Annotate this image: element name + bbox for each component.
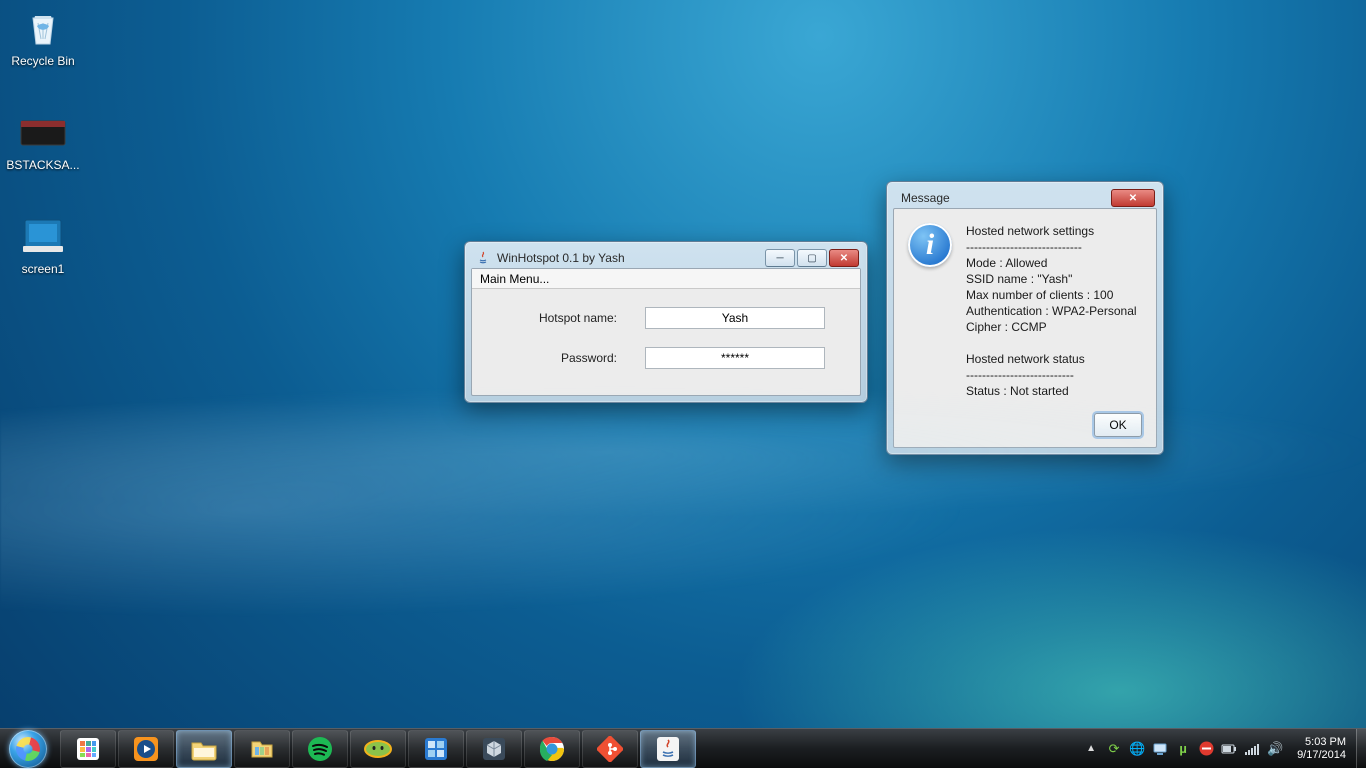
tiles-icon <box>73 735 103 763</box>
close-icon: ✕ <box>840 253 848 264</box>
msg-heading-status: Hosted network status <box>966 351 1137 367</box>
control-panel-icon <box>421 735 451 763</box>
taskbar-app-explorer[interactable] <box>176 730 232 768</box>
window-title: WinHotspot 0.1 by Yash <box>497 251 757 265</box>
taskbar-app-git[interactable] <box>582 730 638 768</box>
libraries-icon <box>247 735 277 763</box>
git-icon <box>595 735 625 763</box>
taskbar-app-bluestacks[interactable] <box>350 730 406 768</box>
window-title: Message <box>897 191 1103 205</box>
close-button[interactable]: ✕ <box>829 249 859 267</box>
tray-wifi-icon[interactable] <box>1244 741 1260 757</box>
maximize-button[interactable]: ▢ <box>797 249 827 267</box>
message-dialog[interactable]: Message ✕ i Hosted network settings ----… <box>886 181 1164 455</box>
clock-date: 9/17/2014 <box>1297 749 1346 762</box>
folder-dark-icon <box>19 108 67 156</box>
msg-auth: Authentication : WPA2-Personal <box>966 303 1137 319</box>
client-area: i Hosted network settings --------------… <box>893 208 1157 448</box>
taskbar-app-tiles[interactable] <box>60 730 116 768</box>
taskbar-buttons <box>56 729 696 768</box>
spotify-icon <box>305 735 335 763</box>
menubar: Main Menu... <box>472 269 860 289</box>
taskbar-app-libraries[interactable] <box>234 730 290 768</box>
desktop-icon-label: Recycle Bin <box>4 54 82 68</box>
start-button[interactable] <box>0 729 56 768</box>
taskbar-app-chrome[interactable] <box>524 730 580 768</box>
titlebar[interactable]: WinHotspot 0.1 by Yash ─ ▢ ✕ <box>471 248 861 268</box>
desktop-icon-screen1[interactable]: screen1 <box>4 212 82 276</box>
msg-ssid: SSID name : "Yash" <box>966 271 1137 287</box>
close-button[interactable]: ✕ <box>1111 189 1155 207</box>
java-icon <box>653 735 683 763</box>
hotspot-name-input[interactable] <box>645 307 825 329</box>
tray-volume-icon[interactable]: 🔊 <box>1267 741 1283 757</box>
mediaplayer-icon <box>131 735 161 763</box>
tray-globe-icon[interactable]: 🌐 <box>1129 741 1145 757</box>
taskbar-app-mediaplayer[interactable] <box>118 730 174 768</box>
hotspot-name-label: Hotspot name: <box>507 311 617 325</box>
chrome-icon <box>537 735 567 763</box>
desktop-icon-recycle-bin[interactable]: Recycle Bin <box>4 4 82 68</box>
taskbar-app-settings[interactable] <box>408 730 464 768</box>
minimize-icon: ─ <box>776 253 783 264</box>
winhotspot-window[interactable]: WinHotspot 0.1 by Yash ─ ▢ ✕ Main Menu..… <box>464 241 868 403</box>
msg-max-clients: Max number of clients : 100 <box>966 287 1137 303</box>
minimize-button[interactable]: ─ <box>765 249 795 267</box>
maximize-icon: ▢ <box>807 253 816 264</box>
tray-battery-icon[interactable] <box>1221 741 1237 757</box>
tray-network-icon[interactable] <box>1152 741 1168 757</box>
cube-icon <box>479 735 509 763</box>
tray-utorrent-icon[interactable]: µ <box>1175 741 1191 757</box>
tray-sync-icon[interactable]: ⟳ <box>1106 741 1122 757</box>
taskbar-app-virtualbox[interactable] <box>466 730 522 768</box>
menu-main[interactable]: Main Menu... <box>472 269 557 288</box>
msg-status: Status : Not started <box>966 383 1137 399</box>
clock-time: 5:03 PM <box>1305 736 1346 749</box>
msg-separator: --------------------------- <box>966 367 1137 383</box>
msg-cipher: Cipher : CCMP <box>966 319 1137 335</box>
desktop-icon-label: screen1 <box>4 262 82 276</box>
bluestacks-icon <box>363 735 393 763</box>
message-text: Hosted network settings ----------------… <box>966 223 1137 399</box>
java-icon <box>475 250 491 266</box>
desktop-icon-label: BSTACKSA... <box>4 158 82 172</box>
taskbar-clock[interactable]: 5:03 PM 9/17/2014 <box>1293 736 1350 762</box>
desktop-icon-bstacks[interactable]: BSTACKSA... <box>4 108 82 172</box>
taskbar: ▲ ⟳ 🌐 µ 🔊 5:03 PM 9/17/2014 <box>0 728 1366 768</box>
password-input[interactable] <box>645 347 825 369</box>
titlebar[interactable]: Message ✕ <box>893 188 1157 208</box>
info-icon: i <box>908 223 952 267</box>
windows-orb-icon <box>9 730 47 768</box>
ok-button[interactable]: OK <box>1094 413 1142 437</box>
msg-separator: ----------------------------- <box>966 239 1137 255</box>
msg-heading-settings: Hosted network settings <box>966 223 1137 239</box>
password-label: Password: <box>507 351 617 365</box>
show-desktop-button[interactable] <box>1356 729 1366 769</box>
tray-overflow-button[interactable]: ▲ <box>1086 743 1096 754</box>
image-file-icon <box>19 212 67 260</box>
explorer-icon <box>189 735 219 763</box>
tray-shield-icon[interactable] <box>1198 741 1214 757</box>
desktop[interactable]: Recycle Bin BSTACKSA... screen1 <box>0 0 1366 728</box>
client-area: Main Menu... Hotspot name: Password: <box>471 268 861 396</box>
taskbar-app-spotify[interactable] <box>292 730 348 768</box>
system-tray: ▲ ⟳ 🌐 µ 🔊 5:03 PM 9/17/2014 <box>1076 729 1356 768</box>
msg-mode: Mode : Allowed <box>966 255 1137 271</box>
close-icon: ✕ <box>1129 193 1137 204</box>
taskbar-app-java[interactable] <box>640 730 696 768</box>
recycle-bin-icon <box>19 4 67 52</box>
